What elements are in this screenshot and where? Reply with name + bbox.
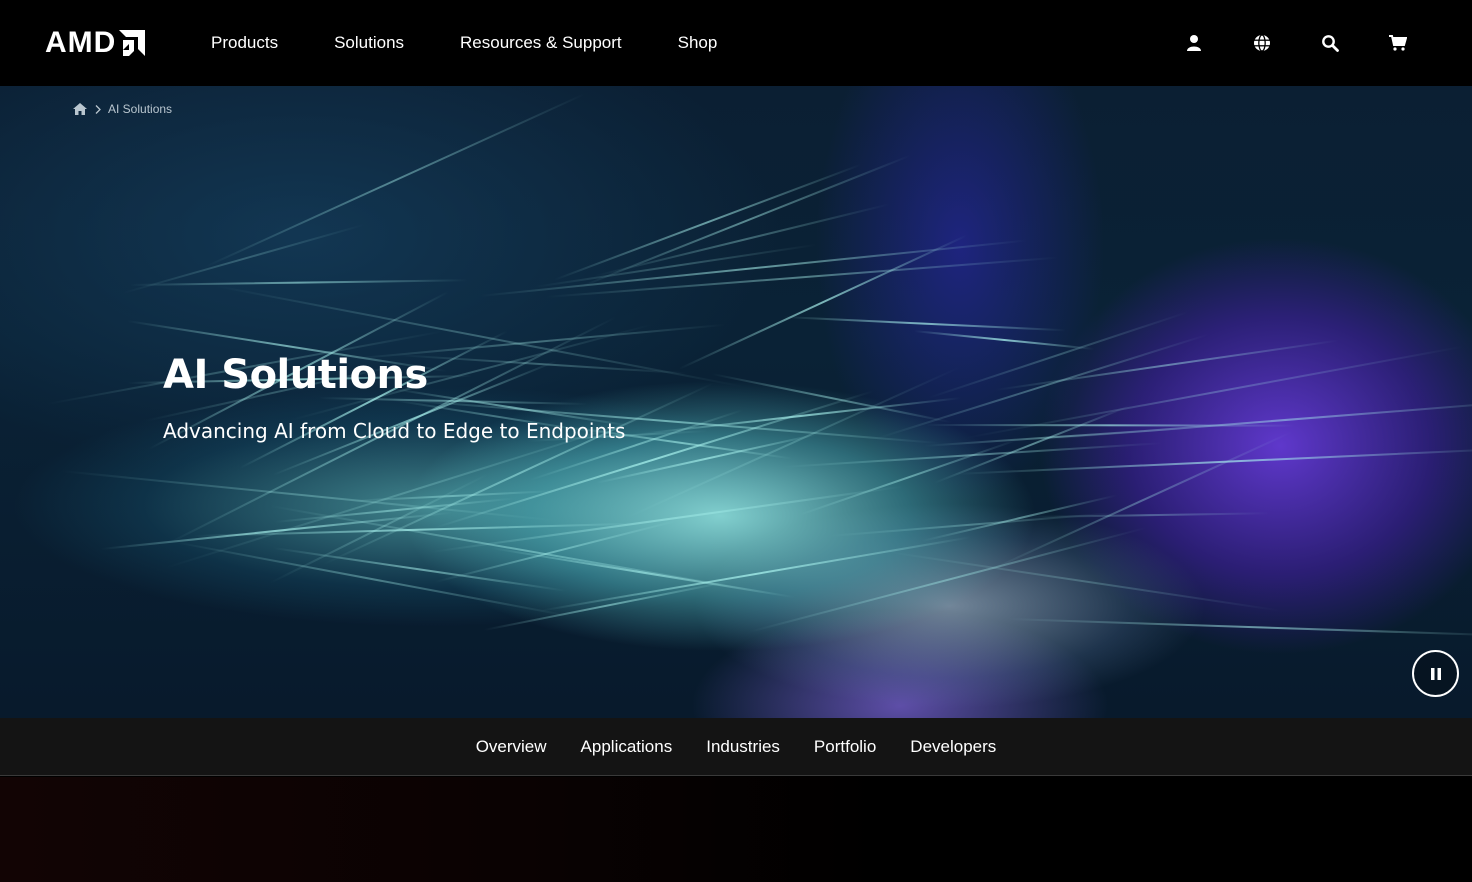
nav-shop[interactable]: Shop (678, 33, 718, 53)
amd-arrow-logo-icon (119, 29, 146, 56)
top-navigation: AMD Products Solutions Resources & Suppo… (0, 0, 1472, 86)
hero-light-streak (640, 396, 962, 436)
hero-light-streak (678, 234, 967, 370)
subnav-applications[interactable]: Applications (581, 737, 673, 757)
hero-light-streak (130, 279, 467, 287)
nav-resources-support[interactable]: Resources & Support (460, 33, 622, 53)
hero-light-streak (480, 239, 1028, 297)
logo-text: AMD (45, 26, 117, 59)
nav-products[interactable]: Products (211, 33, 278, 53)
section-navigation: Overview Applications Industries Portfol… (0, 718, 1472, 776)
utility-icons (1184, 0, 1408, 86)
hero-light-streak (922, 494, 1118, 543)
hero-light-streak (173, 541, 571, 618)
subnav-industries[interactable]: Industries (706, 737, 780, 757)
hero-light-streak (194, 522, 640, 537)
subnav-developers[interactable]: Developers (910, 737, 996, 757)
chevron-right-icon (95, 104, 101, 114)
hero-light-streak (783, 442, 1163, 469)
hero-light-streak (798, 438, 1019, 517)
hero-light-streak (782, 316, 1066, 332)
hero-light-streak (914, 329, 1095, 350)
main-menu: Products Solutions Resources & Support S… (211, 0, 717, 86)
home-icon[interactable] (73, 103, 87, 115)
hero-light-streak (204, 93, 585, 269)
search-icon[interactable] (1320, 33, 1340, 53)
page-subtitle: Advancing AI from Cloud to Edge to Endpo… (163, 419, 626, 443)
hero-banner: AI Solutions AI Solutions Advancing AI f… (0, 86, 1472, 718)
hero-light-streak (925, 423, 1296, 427)
hero-light-streak (888, 551, 1281, 613)
globe-icon[interactable] (1252, 33, 1272, 53)
hero-light-streak (435, 520, 676, 584)
next-section-background (0, 777, 1472, 882)
hero-light-streak (431, 485, 905, 554)
subnav-overview[interactable]: Overview (476, 737, 547, 757)
hero-light-streak (594, 203, 890, 278)
user-icon[interactable] (1184, 33, 1204, 53)
hero-light-streak (538, 536, 971, 613)
pause-icon (1430, 667, 1441, 680)
hero-light-streak (1008, 618, 1472, 638)
subnav-portfolio[interactable]: Portfolio (814, 737, 876, 757)
hero-light-streak (711, 372, 952, 424)
pause-video-button[interactable] (1412, 650, 1459, 697)
hero-light-streak (1030, 399, 1472, 442)
amd-logo[interactable]: AMD (45, 26, 146, 59)
breadcrumb-current: AI Solutions (108, 102, 173, 116)
nav-solutions[interactable]: Solutions (334, 33, 404, 53)
page-title: AI Solutions (163, 352, 428, 398)
breadcrumb: AI Solutions (73, 102, 172, 116)
cart-icon[interactable] (1388, 33, 1408, 53)
